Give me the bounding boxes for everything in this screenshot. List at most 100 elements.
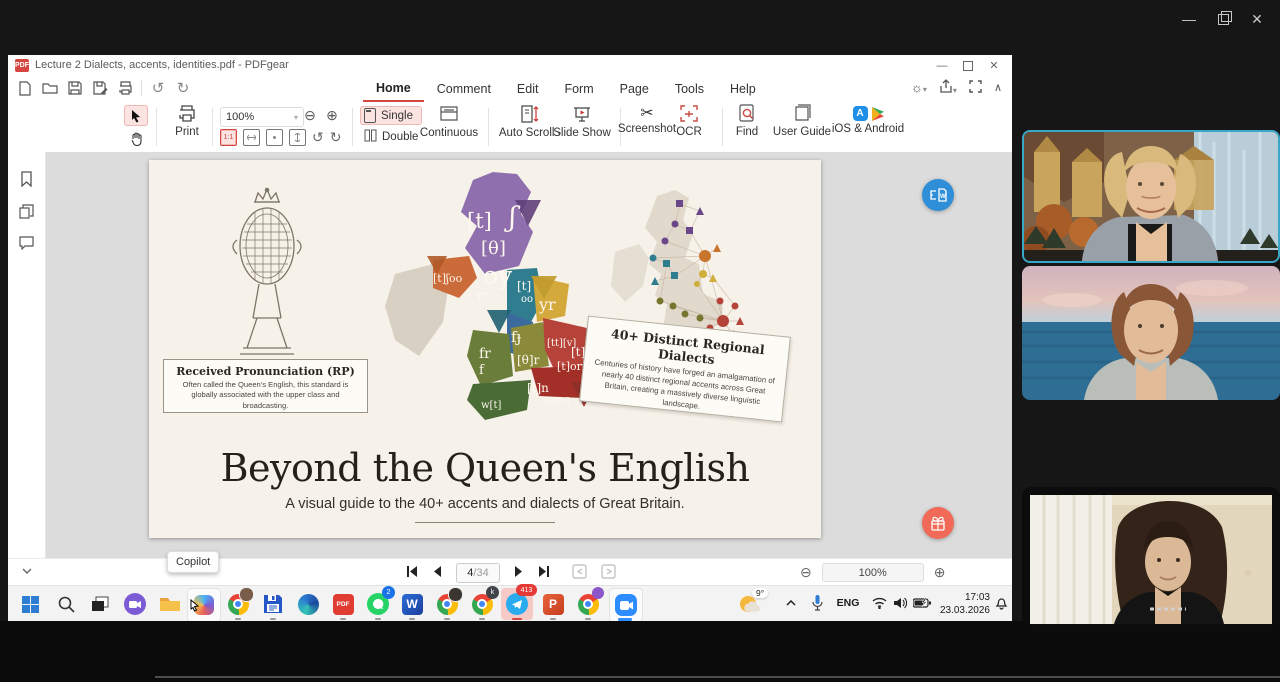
redo-icon[interactable]: ↻ — [174, 79, 192, 97]
battery-icon[interactable] — [911, 594, 933, 612]
open-file-icon[interactable] — [41, 79, 59, 97]
ios-android-button[interactable]: A iOS & Android — [826, 104, 910, 135]
clock-widget[interactable]: 17:03 23.03.2026 — [938, 592, 990, 617]
rotate-left-icon[interactable]: ↺ — [312, 129, 324, 146]
chat-app-icon — [124, 593, 146, 615]
previous-page-button[interactable] — [432, 565, 442, 581]
zoom-out-button[interactable]: ⊖ — [302, 107, 318, 123]
telegram-button[interactable]: 413 — [501, 588, 533, 620]
pdf-to-word-button[interactable]: W — [922, 179, 954, 211]
app-minimize-button[interactable]: — — [1172, 8, 1206, 30]
previous-view-button[interactable] — [572, 564, 587, 582]
thumbnails-icon[interactable] — [17, 202, 35, 220]
zoom-level-box[interactable]: 100% — [822, 563, 924, 582]
print-quick-icon[interactable] — [116, 79, 134, 97]
fit-height-button[interactable] — [289, 129, 306, 146]
pdfgear-taskbar-button[interactable]: PDF — [329, 590, 357, 618]
hand-tool-button[interactable] — [124, 128, 148, 149]
zoom-in-status-button[interactable]: ⊕ — [934, 564, 946, 581]
user-guide-button[interactable]: User Guide — [770, 104, 834, 138]
file-explorer-button[interactable] — [156, 590, 184, 618]
chrome-profile4-button[interactable] — [574, 590, 602, 618]
theme-icon[interactable]: ☼▾ — [911, 80, 927, 95]
whatsapp-button[interactable]: 2 — [364, 590, 392, 618]
pdf-page: Received Pronunciation (RP) Often called… — [149, 160, 821, 538]
continuous-button[interactable]: Continuous — [416, 104, 482, 139]
profile-avatar — [239, 587, 254, 602]
word-button[interactable]: W — [398, 590, 426, 618]
chat-app-button[interactable] — [121, 590, 149, 618]
fit-actual-size-button[interactable]: 1:1 — [220, 129, 237, 146]
last-page-button[interactable] — [538, 565, 550, 581]
slide-show-button[interactable]: Slide Show — [548, 104, 616, 139]
convert-to-word-icon: W — [929, 187, 947, 203]
menu-tab-tools[interactable]: Tools — [662, 77, 717, 101]
menu-tab-help[interactable]: Help — [717, 77, 769, 101]
collapse-statusbar-icon[interactable] — [22, 566, 32, 576]
save-icon[interactable] — [66, 79, 84, 97]
svg-text:fr: fr — [479, 346, 491, 362]
hidden-taskbar-edge — [155, 676, 1280, 678]
pdfgear-window: PDF Lecture 2 Dialects, accents, identit… — [8, 55, 1012, 585]
tray-chevron-icon[interactable] — [782, 594, 800, 612]
chrome-profile2-button[interactable] — [433, 590, 461, 618]
next-page-button[interactable] — [514, 565, 524, 581]
chrome-profile1-button[interactable] — [224, 590, 252, 618]
new-file-icon[interactable] — [16, 79, 34, 97]
volume-icon[interactable] — [891, 594, 909, 612]
ocr-button[interactable]: OCR — [664, 104, 714, 138]
menu-tab-home[interactable]: Home — [363, 76, 424, 102]
rotate-right-icon[interactable]: ↻ — [330, 129, 342, 146]
zoom-level-select[interactable]: 100%▾ — [220, 107, 304, 127]
restore-button[interactable] — [955, 57, 981, 74]
fit-page-button[interactable] — [266, 129, 283, 146]
fit-width-button[interactable] — [243, 129, 260, 146]
print-button[interactable]: Print — [164, 104, 210, 138]
app-close-button[interactable]: ✕ — [1240, 8, 1274, 30]
participant-video-3[interactable] — [1022, 487, 1280, 632]
page-number-box[interactable]: 4/34 — [456, 563, 500, 583]
undo-icon[interactable]: ↺ — [149, 79, 167, 97]
first-page-button[interactable] — [406, 565, 418, 581]
language-indicator[interactable]: ENG — [832, 594, 864, 612]
save-as-icon[interactable] — [91, 79, 109, 97]
weather-widget[interactable]: 9° — [738, 590, 764, 616]
chrome-profile3-button[interactable]: k — [468, 590, 496, 618]
minimize-button[interactable]: — — [929, 57, 955, 74]
wifi-icon[interactable] — [870, 594, 888, 612]
participant-video-2[interactable] — [1022, 266, 1280, 400]
edge-icon — [298, 594, 319, 615]
promo-gift-button[interactable] — [922, 507, 954, 539]
comments-icon[interactable] — [17, 234, 35, 252]
zoom-out-status-button[interactable]: ⊖ — [800, 564, 812, 581]
select-tool-button[interactable] — [124, 105, 148, 126]
bookmarks-icon[interactable] — [17, 170, 35, 188]
copilot-button[interactable] — [187, 588, 221, 622]
task-view-button[interactable] — [86, 590, 114, 618]
close-button[interactable]: ✕ — [981, 57, 1007, 74]
windows-logo-icon — [22, 596, 39, 613]
zoom-app-button[interactable] — [609, 588, 643, 622]
powerpoint-button[interactable]: P — [539, 590, 567, 618]
notification-bell-icon[interactable] — [992, 594, 1010, 612]
microphone-icon[interactable] — [808, 593, 826, 613]
next-view-button[interactable] — [601, 564, 616, 582]
zoom-in-button[interactable]: ⊕ — [324, 107, 340, 123]
participant-video-1[interactable] — [1022, 130, 1280, 263]
save-app-button[interactable] — [259, 590, 287, 618]
app-restore-button[interactable] — [1206, 8, 1240, 30]
menu-tab-comment[interactable]: Comment — [424, 77, 504, 101]
share-icon[interactable]: ▾ — [939, 79, 957, 96]
fullscreen-icon[interactable] — [969, 80, 982, 96]
find-button[interactable]: Find — [726, 104, 768, 138]
collapse-ribbon-icon[interactable]: ∧ — [994, 81, 1002, 94]
double-page-button[interactable]: Double — [360, 129, 418, 145]
menu-tab-form[interactable]: Form — [551, 77, 606, 101]
menu-tab-edit[interactable]: Edit — [504, 77, 552, 101]
single-page-button[interactable]: Single — [360, 106, 422, 125]
start-button[interactable] — [16, 590, 44, 618]
search-button[interactable] — [52, 590, 80, 618]
edge-button[interactable] — [294, 590, 322, 618]
profile-avatar — [448, 587, 463, 602]
menu-tab-page[interactable]: Page — [607, 77, 662, 101]
